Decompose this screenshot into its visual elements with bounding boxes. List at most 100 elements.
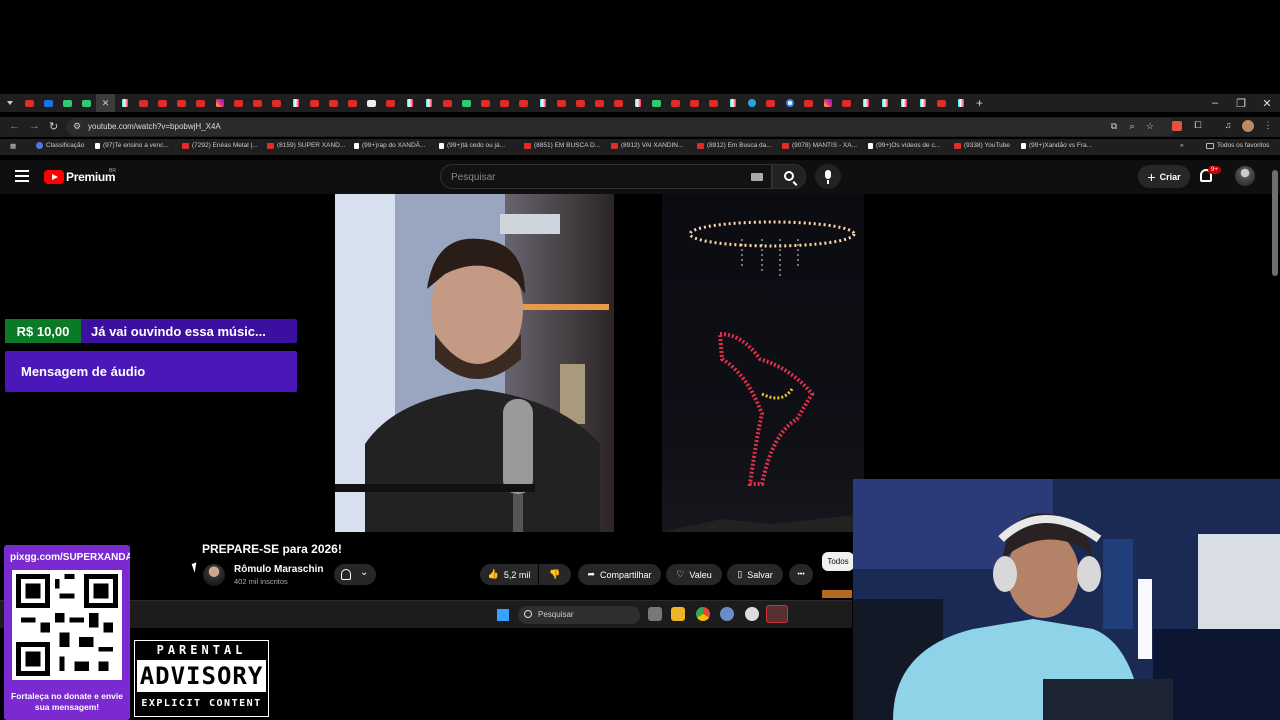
browser-tab[interactable] [894,94,913,112]
bookmark-item[interactable]: (99+)rap do XANDÃ... [354,142,425,149]
browser-tab[interactable] [723,94,742,112]
browser-tab[interactable] [818,94,837,112]
browser-tab[interactable] [913,94,932,112]
browser-tab[interactable] [628,94,647,112]
browser-tab[interactable] [419,94,438,112]
thanks-button[interactable]: ♡ Valeu [666,564,722,585]
browser-tab[interactable] [457,94,476,112]
new-tab-button[interactable]: + [970,94,989,112]
browser-tab[interactable] [647,94,666,112]
browser-tab[interactable] [324,94,343,112]
browser-tab[interactable] [343,94,362,112]
browser-tab[interactable] [305,94,324,112]
browser-tab[interactable] [400,94,419,112]
browser-tab[interactable] [362,94,381,112]
browser-tab[interactable] [799,94,818,112]
bookmark-item[interactable]: Classificação [36,142,84,149]
active-tab-close-icon[interactable]: ✕ [102,98,110,109]
browser-tab[interactable] [134,94,153,112]
save-button[interactable]: ▯ Salvar [727,564,783,585]
search-button[interactable] [772,164,806,189]
youtube-brand[interactable]: Premium [66,170,116,184]
apps-grid-icon[interactable]: ▦ [10,142,16,150]
browser-tab[interactable] [932,94,951,112]
bookmark-item[interactable]: (9338) YouTube [954,142,1010,149]
browser-tab[interactable] [286,94,305,112]
address-bar[interactable]: ⚙ youtube.com/watch?v=bpobwjH_X4A ⧉ ⌕ ☆ [66,118,1176,136]
bookmark-item[interactable]: (99+)Os vídeos de c... [868,142,940,149]
forward-icon[interactable]: → [29,120,40,132]
browser-tab[interactable] [172,94,191,112]
browser-tab[interactable] [514,94,533,112]
star-icon[interactable]: ☆ [1144,121,1156,133]
hamburger-menu-icon[interactable] [15,170,29,182]
browser-tab[interactable] [115,94,134,112]
browser-tab[interactable] [875,94,894,112]
channel-name[interactable]: Rômulo Maraschin [234,564,323,575]
bookmark-item[interactable]: (8912) VAI XANDIN... [611,142,683,149]
restore-button[interactable]: ❐ [1228,94,1254,112]
browser-tab[interactable] [856,94,875,112]
zoom-icon[interactable]: ⌕ [1126,121,1138,133]
youtube-logo-icon[interactable] [44,170,64,184]
extensions-puzzle-icon[interactable]: ⧠ [1192,120,1204,132]
close-window-button[interactable]: ✕ [1254,94,1280,112]
bookmarks-more-button[interactable]: » [1180,142,1184,149]
minimize-button[interactable]: – [1202,94,1228,112]
browser-tab[interactable] [742,94,761,112]
bookmark-item[interactable]: (7292) Enéas Metal |... [182,142,258,149]
search-input[interactable]: Pesquisar [440,164,772,189]
like-button[interactable]: 👍 5,2 mil [480,564,538,585]
file-explorer-icon[interactable] [671,607,685,621]
browser-tab[interactable] [685,94,704,112]
bookmark-item[interactable]: (99+)tá cedo ou já... [439,142,505,149]
browser-tab[interactable] [761,94,780,112]
windows-start-icon[interactable] [497,609,509,621]
video-frame-left[interactable] [335,194,614,532]
url-text[interactable]: youtube.com/watch?v=bpobwjH_X4A [88,122,221,131]
browser-tab[interactable] [951,94,970,112]
browser-tab[interactable] [704,94,723,112]
account-avatar[interactable] [1235,166,1255,186]
install-app-icon[interactable]: ⧉ [1108,121,1120,133]
create-button[interactable]: + Criar [1138,165,1190,188]
voice-search-button[interactable] [815,164,841,189]
browser-tab[interactable] [571,94,590,112]
browser-tab[interactable] [476,94,495,112]
page-scrollbar-thumb[interactable] [1272,170,1278,276]
browser-tab[interactable] [780,94,799,112]
dislike-button[interactable]: 👎 [539,564,571,585]
chrome-menu-icon[interactable]: ⋮ [1262,120,1274,132]
browser-tab[interactable] [609,94,628,112]
all-favorites-folder[interactable]: Todos os favoritos [1206,142,1269,149]
related-thumbnail[interactable] [822,590,852,598]
steam-icon[interactable] [766,605,788,623]
browser-tab[interactable] [153,94,172,112]
share-button[interactable]: ➦ Compartilhar [578,564,661,585]
tab-search-icon[interactable] [0,94,20,112]
obs-icon[interactable] [745,607,759,621]
chrome-icon[interactable] [696,607,710,621]
browser-tab[interactable] [229,94,248,112]
task-view-icon[interactable] [648,607,662,621]
profile-avatar[interactable] [1242,120,1254,132]
media-controls-icon[interactable]: ♫ [1222,120,1234,132]
video-frame-right[interactable] [662,194,864,532]
keyboard-icon[interactable] [751,173,763,181]
browser-tab[interactable] [267,94,286,112]
site-info-icon[interactable]: ⚙ [71,121,83,133]
browser-tab[interactable] [39,94,58,112]
browser-tab[interactable]: ✕ [96,94,115,112]
chip-all[interactable]: Todos [822,552,854,571]
extension-icon[interactable] [1172,121,1182,131]
bookmark-item[interactable]: (8159) SUPER XAND... [267,142,345,149]
subscribed-button[interactable]: ⌄ [334,564,376,585]
browser-tab[interactable] [495,94,514,112]
browser-tab[interactable] [590,94,609,112]
browser-tab[interactable] [666,94,685,112]
browser-tab[interactable] [191,94,210,112]
browser-tab[interactable] [210,94,229,112]
browser-tab[interactable] [58,94,77,112]
bookmark-item[interactable]: (99+)Xandão vs Fra... [1021,142,1092,149]
browser-tab[interactable] [77,94,96,112]
